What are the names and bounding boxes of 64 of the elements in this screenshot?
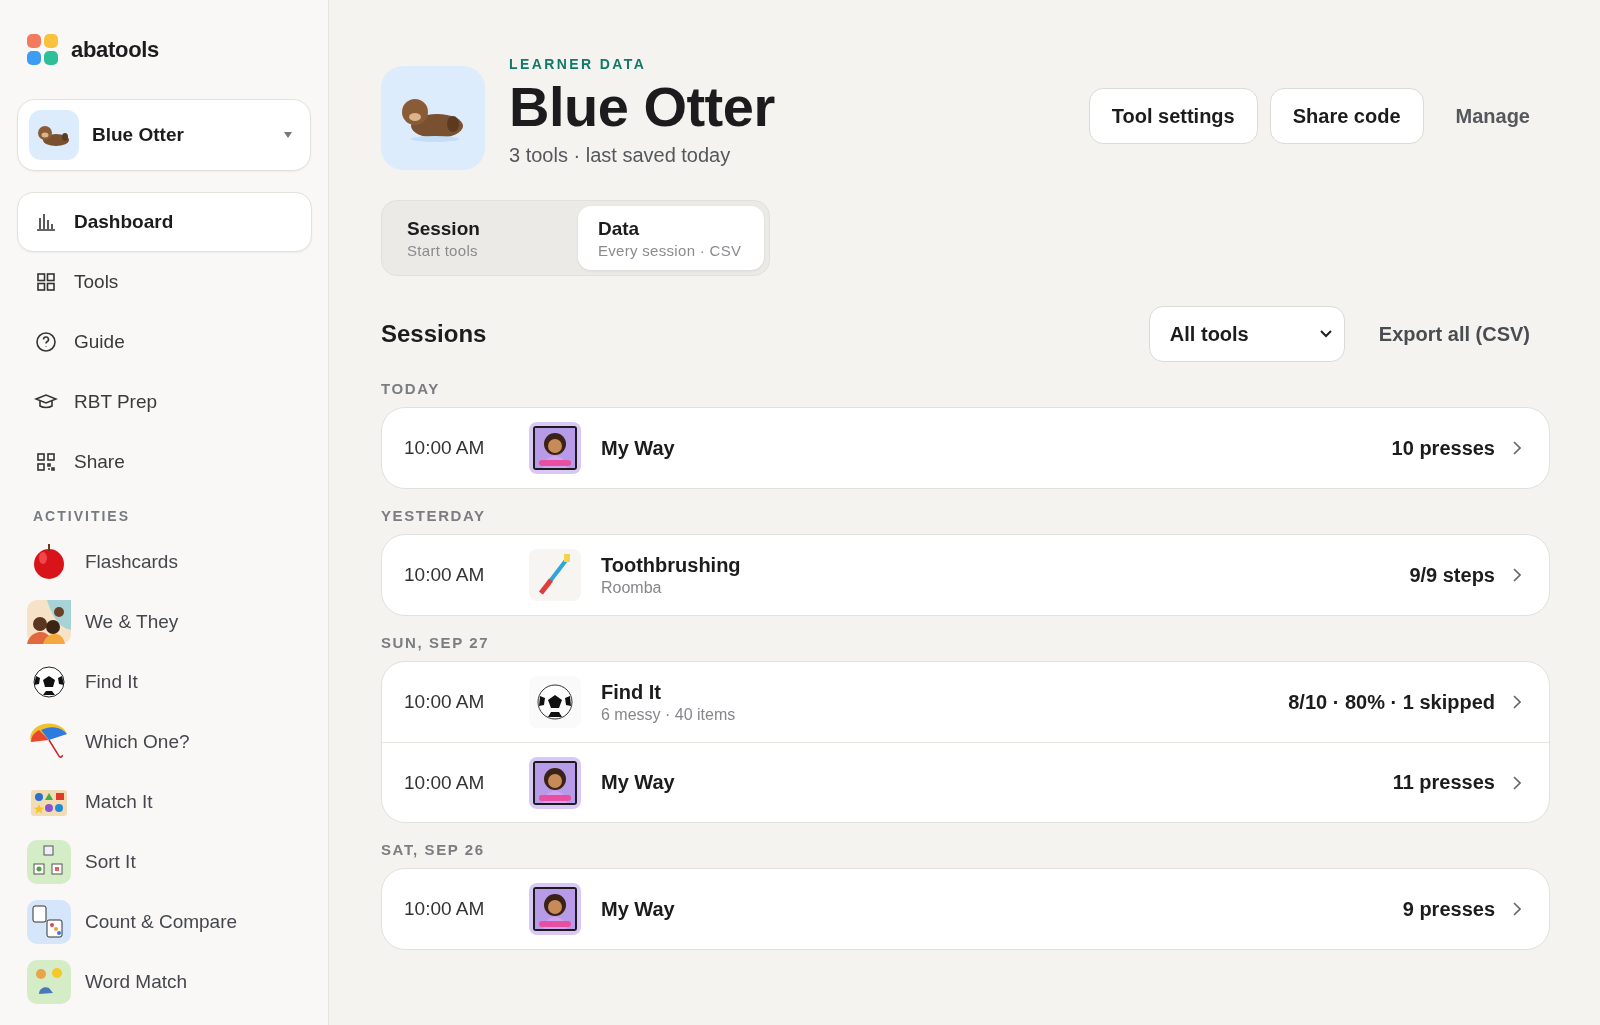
tool-name: Find It [601,680,662,704]
tool-name: My Way [601,897,676,921]
session-time: 10:00 AM [404,691,486,713]
section-title: Sessions [381,320,488,348]
session-row[interactable]: 10:00 AM My Way 11 presses [382,742,1549,822]
session-time: 10:00 AM [404,437,486,459]
mode-tab[interactable]: Data Every session · CSV [578,206,764,270]
session-row[interactable]: 10:00 AM My Way 9 presses [382,869,1549,949]
nav-item[interactable]: Dashboard [17,192,312,252]
activity-item[interactable]: Count & Compare [17,892,311,952]
activity-item[interactable]: Find It [17,652,311,712]
nav-item[interactable]: RBT Prep [17,372,312,432]
tool-detail: Roomba [601,578,663,597]
session-result: 10 presses [1391,436,1495,460]
tool-filter-dropdown[interactable]: All tools [1148,306,1345,362]
session-row[interactable]: 10:00 AM Find It 6 messy · 40 items 8/10 · 80% · 1 skipped [382,662,1549,742]
session-result: 9 presses [1402,897,1495,921]
session-time: 10:00 AM [404,771,486,794]
tool-detail: 6 messy · 40 items [601,705,737,724]
eyebrow-label: LEARNER DATA [509,56,648,72]
day-heading: SUN, SEP 27 [381,634,491,651]
tool-name: My Way [601,771,676,794]
session-result: 11 presses [1392,771,1495,794]
qr-code-icon [34,450,58,474]
activity-item[interactable]: Which One? [17,712,311,772]
session-row[interactable]: 10:00 AM Toothbrushing Roomba 9/9 steps [382,535,1549,615]
export-link[interactable]: Export all (CSV) [1364,322,1550,346]
activity-item[interactable]: Word Match [17,952,311,1012]
manage-link[interactable]: Manage [1435,104,1550,128]
tool-name: Toothbrushing [601,553,742,577]
chevron-right-icon [1513,441,1521,455]
day-heading: TODAY [381,380,441,397]
chevron-right-icon [1513,568,1521,582]
tool-name: My Way [601,436,676,460]
nav-item[interactable]: Share [17,432,312,492]
nav-item[interactable]: Guide [17,312,312,372]
header-button[interactable]: Tool settings [1088,88,1258,144]
session-result: 8/10 · 80% · 1 skipped [1288,690,1495,714]
session-result: 9/9 steps [1409,563,1495,587]
nav-item[interactable]: Tools [17,252,312,312]
activity-item[interactable]: Sort It [17,832,311,892]
session-time: 10:00 AM [404,898,486,920]
session-time: 10:00 AM [404,564,486,586]
help-icon [34,330,58,354]
learner-picker[interactable]: Blue Otter [17,99,311,171]
chevron-right-icon [1513,695,1521,709]
chevron-right-icon [1513,775,1521,790]
page-subtitle: 3 tools · last saved today [509,143,732,167]
session-row[interactable]: 10:00 AM My Way 10 presses [382,408,1549,488]
header-button[interactable]: Share code [1269,88,1424,144]
mode-tab[interactable]: Session Start tools [387,206,573,270]
activity-item[interactable]: We & They [17,592,311,652]
grid-icon [34,270,58,294]
day-heading: SAT, SEP 26 [381,841,486,858]
activity-item[interactable]: Match It [17,772,311,832]
day-heading: YESTERDAY [381,507,487,524]
activity-item[interactable]: Flashcards [17,532,311,592]
section-heading: ACTIVITIES [33,508,131,524]
brand-name: abatools [71,37,160,63]
chevron-right-icon [1513,902,1521,916]
caret-icon [284,132,292,138]
logo-icon [27,34,59,66]
page-title: Blue Otter [509,76,775,138]
chevron-down-icon [1319,330,1332,338]
